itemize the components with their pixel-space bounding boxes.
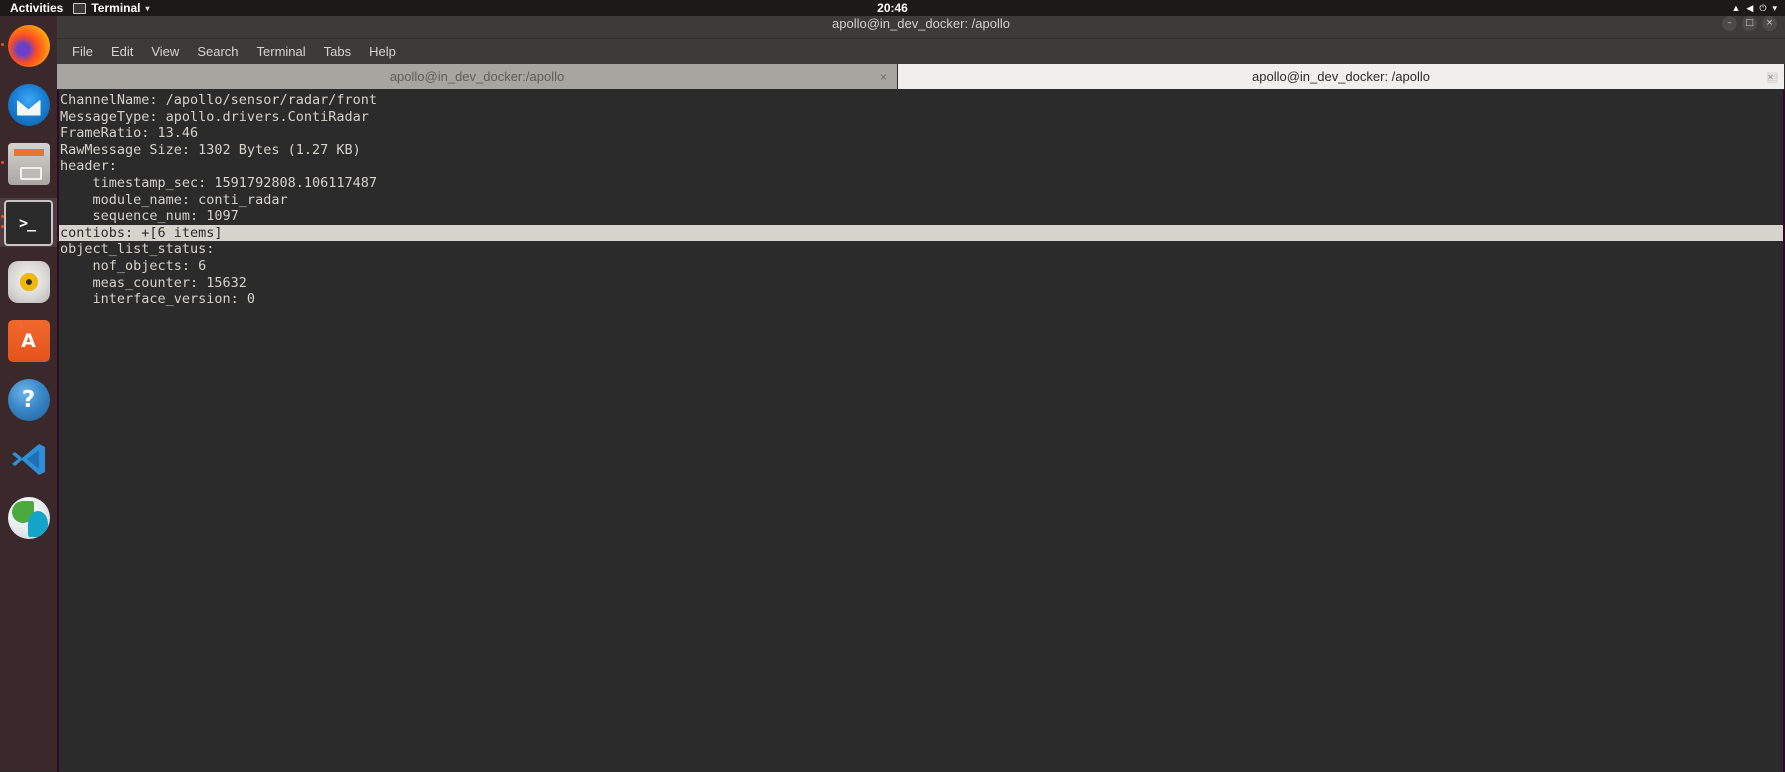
firefox-icon	[7, 24, 50, 67]
terminal-line: object_list_status:	[60, 241, 215, 258]
dock-item-files[interactable]	[0, 134, 57, 193]
tab-label: apollo@in_dev_docker: /apollo	[1252, 69, 1430, 84]
files-icon	[7, 142, 50, 185]
thunderbird-icon	[7, 83, 50, 126]
vscode-icon	[8, 438, 50, 480]
menu-item-help[interactable]: Help	[361, 41, 404, 62]
volume-icon: ◀	[1746, 3, 1754, 13]
chevron-down-icon: ▾	[1772, 3, 1777, 13]
terminal-inner: ChannelName: /apollo/sensor/radar/front …	[59, 89, 1785, 772]
terminal-line: FrameRatio: 13.46	[60, 125, 199, 142]
topbar-clock[interactable]: 20:46	[0, 1, 1785, 15]
window-controls: – □ ×	[1722, 15, 1777, 31]
power-icon: ⏻	[1759, 3, 1767, 13]
menu-item-file[interactable]: File	[64, 41, 101, 62]
topbar-app-label: Terminal	[91, 1, 141, 15]
terminal-line-selected[interactable]: contiobs: +[6 items]	[59, 224, 1785, 242]
topbar-system-tray[interactable]: ▲ ◀ ⏻ ▾	[1732, 0, 1778, 16]
dock-item-rhythmbox[interactable]	[0, 252, 57, 311]
activities-button[interactable]: Activities	[0, 0, 73, 16]
close-button[interactable]: ×	[1762, 15, 1777, 31]
terminal-line: header:	[60, 158, 117, 175]
dock-item-vscode[interactable]	[0, 429, 57, 488]
menu-item-search[interactable]: Search	[189, 41, 246, 62]
dock-item-firefox[interactable]	[0, 16, 57, 75]
maximize-button[interactable]: □	[1742, 15, 1757, 31]
gnome-top-bar: Activities Terminal ▾ 20:46 ▲ ◀ ⏻ ▾	[0, 0, 1785, 16]
tab-apollo-2[interactable]: apollo@in_dev_docker: /apollo ×	[898, 64, 1785, 89]
terminal-body[interactable]: ChannelName: /apollo/sensor/radar/front …	[57, 89, 1785, 772]
close-icon[interactable]: ×	[880, 71, 887, 83]
running-indicator-dot	[1, 161, 4, 164]
network-icon: ▲	[1731, 3, 1741, 13]
terminal-line: interface_version: 0	[60, 291, 256, 308]
tab-bar: apollo@in_dev_docker:/apollo × apollo@in…	[57, 64, 1785, 89]
dock-item-thunderbird[interactable]	[0, 75, 57, 134]
terminal-window-icon	[73, 2, 87, 14]
dock-item-software[interactable]: A	[0, 311, 57, 370]
terminal-icon: >_	[4, 199, 53, 246]
menu-bar: File Edit View Search Terminal Tabs Help	[57, 39, 1785, 64]
menu-item-tabs[interactable]: Tabs	[316, 41, 359, 62]
terminal-line: nof_objects: 6	[60, 257, 207, 274]
tab-apollo-1[interactable]: apollo@in_dev_docker:/apollo ×	[57, 64, 898, 89]
rhythmbox-icon	[7, 260, 50, 303]
terminal-line: MessageType: apollo.drivers.ContiRadar	[60, 108, 369, 125]
terminal-line: timestamp_sec: 1591792808.106117487	[60, 174, 377, 191]
terminal-line: sequence_num: 1097	[60, 208, 239, 225]
terminal-window: apollo@in_dev_docker: /apollo – □ × File…	[57, 8, 1785, 772]
terminal-line: meas_counter: 15632	[60, 274, 247, 291]
terminal-line: module_name: conti_radar	[60, 191, 288, 208]
dock-item-help[interactable]: ?	[0, 370, 57, 429]
terminal-line: ChannelName: /apollo/sensor/radar/front	[60, 92, 377, 108]
sphere-app-icon	[7, 496, 50, 539]
ubuntu-dock: >_ A ?	[0, 16, 57, 771]
ubuntu-software-icon: A	[7, 319, 50, 362]
dock-item-terminal[interactable]: >_	[0, 193, 57, 252]
new-tab-icon[interactable]: ▤	[1763, 67, 1782, 86]
menu-item-edit[interactable]: Edit	[103, 41, 141, 62]
dock-item-sphere-app[interactable]	[0, 488, 57, 547]
tab-label: apollo@in_dev_docker:/apollo	[389, 69, 565, 84]
menu-item-view[interactable]: View	[143, 41, 187, 62]
help-icon: ?	[7, 378, 50, 421]
chevron-down-icon: ▾	[145, 3, 150, 13]
menu-item-terminal[interactable]: Terminal	[249, 41, 314, 62]
minimize-button[interactable]: –	[1722, 15, 1737, 31]
running-indicator-dot	[1, 43, 4, 46]
terminal-line: RawMessage Size: 1302 Bytes (1.27 KB)	[60, 141, 361, 158]
terminal-output[interactable]: ChannelName: /apollo/sensor/radar/front …	[59, 89, 1785, 772]
topbar-app-menu[interactable]: Terminal ▾	[73, 1, 150, 15]
window-title: apollo@in_dev_docker: /apollo	[832, 15, 1010, 31]
